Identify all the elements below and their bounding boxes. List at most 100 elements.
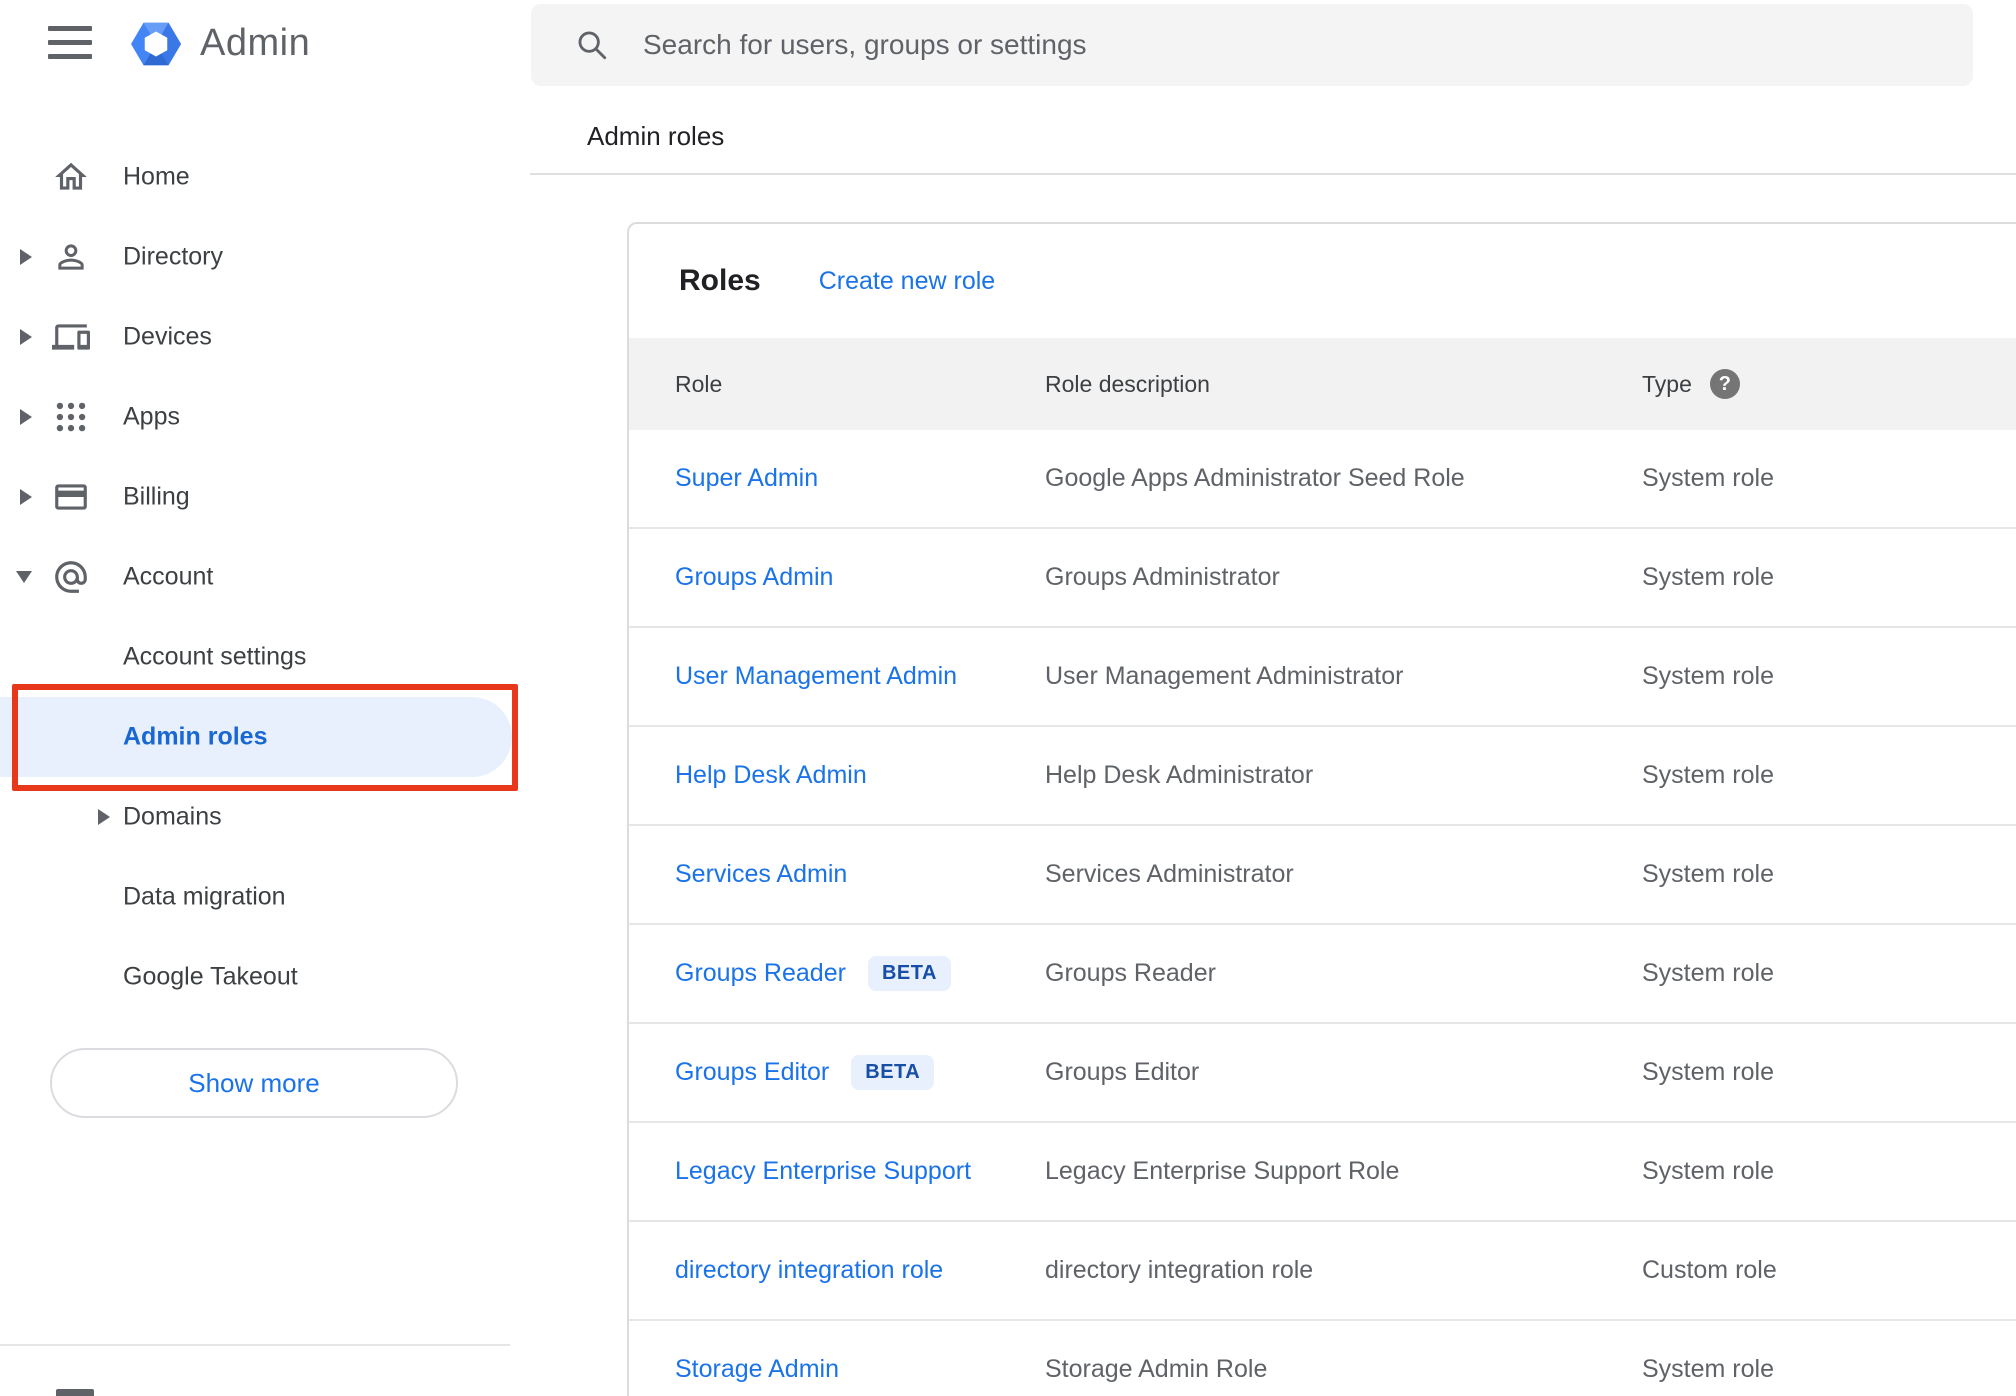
sidebar-item-label: Account — [123, 562, 214, 591]
product-name: Admin — [200, 22, 311, 64]
roles-title: Roles — [679, 264, 761, 297]
role-type: System role — [1642, 464, 1774, 492]
sidebar: Admin Home Directory Devices Apps Billing Acc… — [0, 0, 530, 1396]
role-link[interactable]: Services Admin — [675, 860, 847, 889]
chevron-right-icon[interactable] — [20, 249, 32, 265]
role-cell: User Management Admin — [629, 662, 1045, 691]
role-type: Custom role — [1642, 1256, 1777, 1284]
directory-icon — [52, 238, 90, 276]
sidebar-item-data-migration[interactable]: Data migration — [0, 857, 530, 937]
partial-bottom-icon — [56, 1389, 94, 1396]
account-icon — [52, 558, 90, 596]
sidebar-item-label: Account settings — [123, 642, 307, 671]
column-header-description: Role description — [1045, 370, 1210, 397]
chevron-right-icon[interactable] — [20, 329, 32, 345]
role-type: System role — [1642, 563, 1774, 591]
admin-console-page: Admin Home Directory Devices Apps Billing Acc… — [0, 0, 2016, 1396]
billing-icon — [52, 478, 90, 516]
role-link[interactable]: Super Admin — [675, 464, 818, 493]
role-cell: Help Desk Admin — [629, 761, 1045, 790]
role-type: System role — [1642, 959, 1774, 987]
sidebar-item-admin-roles[interactable]: Admin roles — [0, 697, 530, 777]
role-cell: Super Admin — [629, 464, 1045, 493]
table-row: Groups Editor BETA Groups Editor System rol… — [629, 1024, 2016, 1123]
sidebar-item-billing[interactable]: Billing — [0, 457, 530, 537]
role-cell: Groups Reader BETA — [629, 956, 1045, 991]
table-row: Help Desk Admin Help Desk Administrator Sy… — [629, 727, 2016, 826]
chevron-right-icon[interactable] — [98, 809, 110, 825]
chevron-right-icon[interactable] — [20, 409, 32, 425]
role-cell: Groups Editor BETA — [629, 1055, 1045, 1090]
sidebar-item-label: Google Takeout — [123, 962, 298, 991]
hamburger-menu-icon[interactable] — [48, 26, 92, 60]
role-cell: Legacy Enterprise Support — [629, 1157, 1045, 1186]
sidebar-item-home[interactable]: Home — [0, 137, 530, 217]
role-description: Help Desk Administrator — [1045, 761, 1314, 789]
table-row: directory integration role directory inte… — [629, 1222, 2016, 1321]
table-row: Groups Admin Groups Administrator System r… — [629, 529, 2016, 628]
role-description: Groups Administrator — [1045, 563, 1280, 591]
role-description: Services Administrator — [1045, 860, 1294, 888]
sidebar-item-devices[interactable]: Devices — [0, 297, 530, 377]
role-type: System role — [1642, 1058, 1774, 1086]
home-icon — [52, 158, 90, 196]
role-link[interactable]: Groups Admin — [675, 563, 833, 592]
sidebar-item-apps[interactable]: Apps — [0, 377, 530, 457]
show-more-button[interactable]: Show more — [50, 1048, 458, 1118]
sidebar-item-label: Home — [123, 162, 190, 191]
role-description: User Management Administrator — [1045, 662, 1404, 690]
search-bar[interactable] — [531, 4, 1973, 86]
chevron-right-icon[interactable] — [20, 489, 32, 505]
sidebar-item-label: Billing — [123, 482, 190, 511]
sidebar-item-label: Admin roles — [123, 722, 268, 751]
create-new-role-link[interactable]: Create new role — [819, 267, 995, 296]
brand-row: Admin — [0, 0, 530, 90]
sidebar-nav: Home Directory Devices Apps Billing Account Ac… — [0, 137, 530, 1017]
role-cell: directory integration role — [629, 1256, 1045, 1285]
role-description: directory integration role — [1045, 1256, 1314, 1284]
table-row: Storage Admin Storage Admin Role System ro… — [629, 1321, 2016, 1396]
sidebar-item-google-takeout[interactable]: Google Takeout — [0, 937, 530, 1017]
role-cell: Groups Admin — [629, 563, 1045, 592]
roles-card: Roles Create new role Role Role descript… — [627, 222, 2016, 1396]
search-icon — [575, 28, 609, 62]
sidebar-item-label: Devices — [123, 322, 212, 351]
role-link[interactable]: User Management Admin — [675, 662, 957, 691]
devices-icon — [52, 318, 90, 356]
chevron-down-icon[interactable] — [16, 571, 32, 583]
role-cell: Services Admin — [629, 860, 1045, 889]
sidebar-item-account-settings[interactable]: Account settings — [0, 617, 530, 697]
admin-logo-icon — [126, 14, 186, 74]
role-type: System role — [1642, 1355, 1774, 1383]
column-header-role: Role — [675, 370, 723, 397]
page-title: Admin roles — [587, 121, 725, 151]
role-type: System role — [1642, 761, 1774, 789]
sidebar-item-domains[interactable]: Domains — [0, 777, 530, 857]
role-description: Google Apps Administrator Seed Role — [1045, 464, 1465, 492]
beta-badge: BETA — [867, 956, 951, 991]
sidebar-item-account[interactable]: Account — [0, 537, 530, 617]
sidebar-item-label: Domains — [123, 802, 222, 831]
table-row: Legacy Enterprise Support Legacy Enterpri… — [629, 1123, 2016, 1222]
role-link[interactable]: Legacy Enterprise Support — [675, 1157, 971, 1186]
table-row: User Management Admin User Management Adm… — [629, 628, 2016, 727]
beta-badge: BETA — [851, 1055, 935, 1090]
role-description: Legacy Enterprise Support Role — [1045, 1157, 1400, 1185]
role-description: Storage Admin Role — [1045, 1355, 1268, 1383]
role-link[interactable]: Groups Reader — [675, 959, 846, 988]
sidebar-item-label: Directory — [123, 242, 224, 271]
help-icon[interactable]: ? — [1709, 369, 1740, 399]
role-type: System role — [1642, 860, 1774, 888]
role-type: System role — [1642, 662, 1774, 690]
sidebar-item-label: Data migration — [123, 882, 286, 911]
sidebar-item-directory[interactable]: Directory — [0, 217, 530, 297]
sidebar-item-label: Apps — [123, 402, 180, 431]
role-type: System role — [1642, 1157, 1774, 1185]
role-cell: Storage Admin — [629, 1355, 1045, 1384]
role-link[interactable]: Storage Admin — [675, 1355, 839, 1384]
search-input[interactable] — [643, 4, 1923, 86]
role-link[interactable]: Groups Editor — [675, 1058, 829, 1087]
table-row: Services Admin Services Administrator Syst… — [629, 826, 2016, 925]
role-link[interactable]: directory integration role — [675, 1256, 943, 1285]
role-link[interactable]: Help Desk Admin — [675, 761, 867, 790]
